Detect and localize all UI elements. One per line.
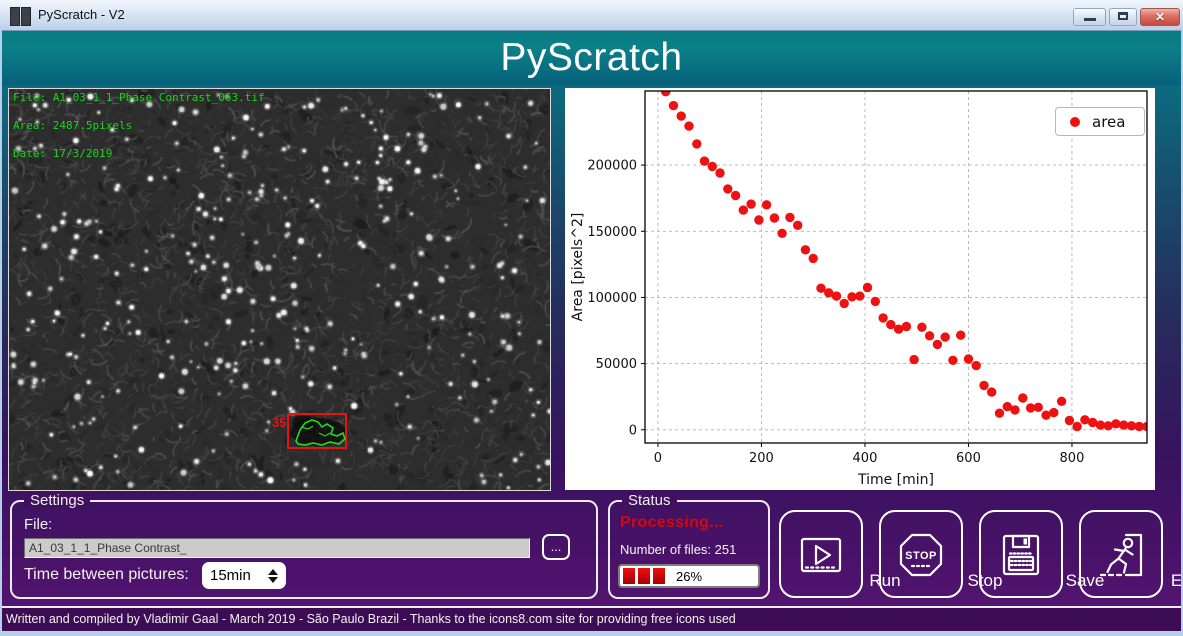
status-group-label: Status	[622, 492, 677, 509]
window-frame-bottom	[0, 631, 1183, 636]
save-button[interactable]: Save	[979, 510, 1063, 598]
settings-group: Settings File: ... Time between pictures…	[10, 500, 598, 599]
svg-text:150000: 150000	[587, 225, 637, 240]
svg-text:400: 400	[853, 451, 878, 466]
legend-label-area: area	[1092, 113, 1125, 131]
maximize-button[interactable]	[1109, 8, 1137, 26]
window-title: PyScratch - V2	[38, 7, 125, 22]
overlay-date-line: Date: 17/3/2019	[13, 147, 112, 160]
svg-text:0: 0	[654, 451, 662, 466]
stop-sign-icon: STOP	[897, 531, 945, 579]
chart-legend: area	[1055, 107, 1145, 136]
spinner-arrows[interactable]	[265, 569, 281, 583]
close-icon: ✕	[1141, 10, 1179, 24]
svg-text:50000: 50000	[596, 357, 637, 372]
svg-text:Area [pixels^2]: Area [pixels^2]	[570, 213, 586, 322]
close-button[interactable]: ✕	[1140, 8, 1180, 26]
stop-button[interactable]: STOP Stop	[879, 510, 963, 598]
minimize-button[interactable]	[1073, 8, 1106, 26]
file-path-input[interactable]	[24, 538, 530, 558]
footer-credits-bar: Written and compiled by Vladimir Gaal - …	[0, 606, 1183, 633]
spinner-down-icon[interactable]	[268, 577, 278, 583]
minimize-icon	[1084, 18, 1096, 21]
app-title: PyScratch	[0, 30, 1183, 85]
spinner-up-icon[interactable]	[268, 569, 278, 575]
window-frame-left	[0, 30, 2, 636]
svg-text:STOP: STOP	[905, 550, 937, 562]
titlebar: PyScratch - V2 ✕	[0, 0, 1183, 31]
footer-credits-text: Written and compiled by Vladimir Gaal - …	[0, 608, 1183, 626]
settings-group-label: Settings	[24, 492, 90, 509]
overlay-file-line: File: A1_03_1_1_Phase Contrast_063.tif	[13, 91, 265, 104]
area-vs-time-chart: 0 200 400 600 800 0 50000 100000 150000 200000 Tim…	[565, 88, 1155, 490]
overlay-area-line: Area: 2487.5pixels	[13, 119, 132, 132]
svg-text:800: 800	[1060, 451, 1085, 466]
microscopy-image-panel: File: A1_03_1_1_Phase Contrast_063.tif A…	[8, 88, 551, 491]
svg-text:100000: 100000	[587, 291, 637, 306]
progress-percent-label: 26%	[620, 569, 758, 584]
status-group: Status Processing... Number of files: 25…	[608, 500, 770, 599]
interval-label: Time between pictures:	[24, 566, 189, 584]
file-count-text: Number of files: 251	[620, 542, 736, 557]
svg-text:200000: 200000	[587, 159, 637, 174]
app-header: PyScratch	[0, 30, 1183, 85]
interval-value: 15min	[204, 567, 265, 584]
play-filmstrip-icon	[797, 531, 845, 579]
svg-text:Time [min]: Time [min]	[857, 472, 934, 488]
processing-status-text: Processing...	[620, 514, 724, 532]
progress-bar: 26%	[618, 564, 760, 588]
run-button[interactable]: Run	[779, 510, 863, 598]
exit-button[interactable]: Exit	[1079, 510, 1163, 598]
svg-text:0: 0	[629, 423, 637, 438]
exit-door-icon	[1097, 531, 1145, 579]
area-chart-panel: 0 200 400 600 800 0 50000 100000 150000 200000 Tim…	[565, 88, 1155, 490]
file-label: File:	[24, 516, 52, 533]
interval-spinner[interactable]: 15min	[202, 562, 286, 589]
exit-button-label: Exit	[1145, 571, 1183, 591]
app-icon	[10, 7, 30, 24]
browse-button[interactable]: ...	[542, 534, 570, 560]
floppy-disk-icon	[997, 531, 1045, 579]
maximize-icon	[1118, 12, 1128, 20]
image-overlay-text: File: A1_03_1_1_Phase Contrast_063.tif A…	[13, 91, 265, 161]
svg-text:600: 600	[956, 451, 981, 466]
legend-marker-area	[1070, 117, 1080, 127]
svg-text:200: 200	[749, 451, 774, 466]
